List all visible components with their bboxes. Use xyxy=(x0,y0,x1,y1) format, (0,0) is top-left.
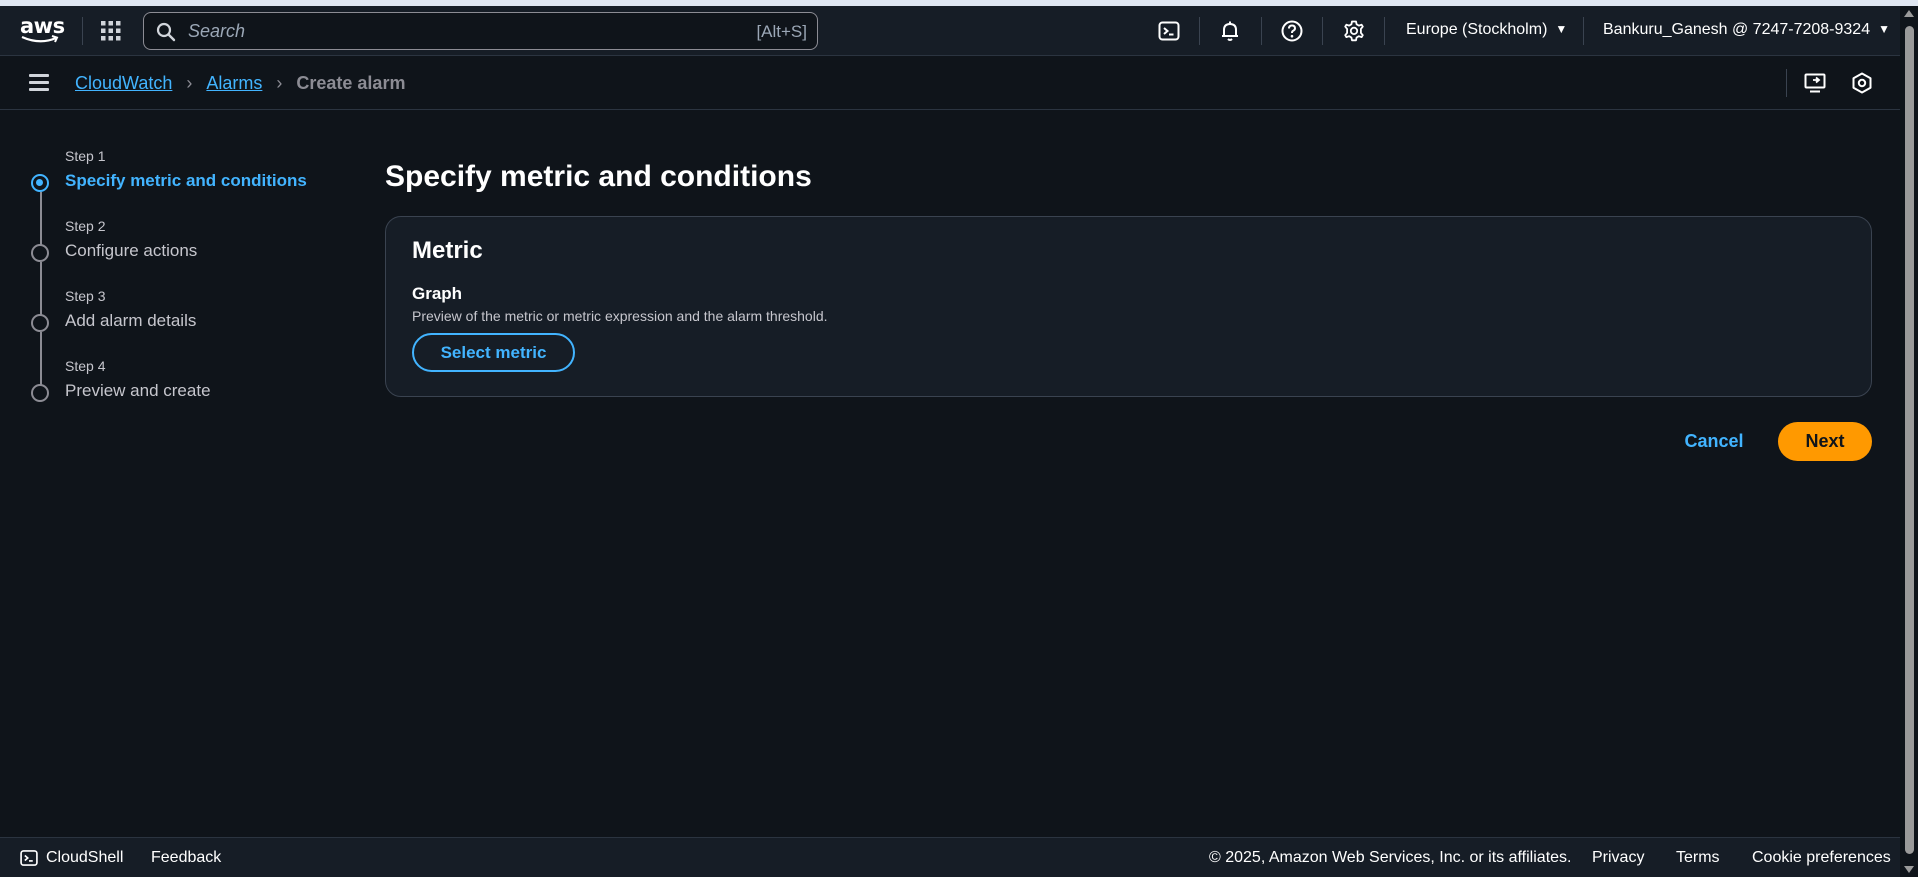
page-title: Specify metric and conditions xyxy=(385,160,812,193)
top-navigation: aws [Alt+S] xyxy=(0,6,1900,56)
step-number: Step 2 xyxy=(65,218,106,234)
search-input[interactable] xyxy=(188,18,668,44)
metric-container: Metric Graph Preview of the metric or me… xyxy=(385,216,1872,397)
step-number: Step 3 xyxy=(65,288,106,304)
metric-heading: Metric xyxy=(412,237,483,264)
breadcrumb: CloudWatch › Alarms › Create alarm xyxy=(75,73,405,94)
step-connector xyxy=(40,192,42,247)
step-indicator-active xyxy=(31,174,49,192)
monitor-panel-icon[interactable] xyxy=(1803,71,1827,95)
settings-hexagon-icon[interactable] xyxy=(1850,71,1874,95)
breadcrumb-cloudwatch[interactable]: CloudWatch xyxy=(75,73,172,94)
region-selector[interactable]: Europe (Stockholm) ▼ xyxy=(1406,21,1567,39)
nav-divider xyxy=(1583,17,1584,45)
breadcrumb-alarms[interactable]: Alarms xyxy=(206,73,262,94)
footer-copyright: © 2025, Amazon Web Services, Inc. or its… xyxy=(1209,849,1572,866)
cloudshell-icon[interactable] xyxy=(1157,19,1181,43)
step-connector xyxy=(40,262,42,317)
step-title: Preview and create xyxy=(65,381,211,400)
step-number: Step 4 xyxy=(65,358,106,374)
step-number: Step 1 xyxy=(65,148,106,164)
chevron-right-icon: › xyxy=(186,73,193,93)
nav-divider xyxy=(1261,17,1262,45)
region-label: Europe (Stockholm) xyxy=(1406,21,1548,38)
account-menu[interactable]: Bankuru_Ganesh @ 7247-7208-9324 ▼ xyxy=(1603,21,1890,39)
scrollbar-thumb[interactable] xyxy=(1905,26,1914,854)
breadcrumb-current: Create alarm xyxy=(296,73,406,93)
step-indicator xyxy=(31,244,49,262)
cancel-button[interactable]: Cancel xyxy=(1672,424,1756,458)
next-button[interactable]: Next xyxy=(1778,422,1872,461)
select-metric-button[interactable]: Select metric xyxy=(412,333,575,372)
gear-icon[interactable] xyxy=(1342,19,1366,43)
chevron-right-icon: › xyxy=(276,73,283,93)
nav-divider xyxy=(1322,17,1323,45)
step-indicator xyxy=(31,314,49,332)
footer-feedback[interactable]: Feedback xyxy=(151,849,221,867)
footer-terms[interactable]: Terms xyxy=(1676,849,1720,867)
scroll-down-icon[interactable] xyxy=(1904,866,1914,873)
footer-cloudshell[interactable]: CloudShell xyxy=(46,849,123,867)
step-indicator xyxy=(31,384,49,402)
help-icon[interactable] xyxy=(1280,19,1304,43)
step-title: Add alarm details xyxy=(65,311,197,330)
footer: CloudShell Feedback © 2025, Amazon Web S… xyxy=(0,837,1900,877)
nav-divider xyxy=(82,17,83,45)
breadcrumb-bar: CloudWatch › Alarms › Create alarm xyxy=(0,57,1900,110)
graph-description: Preview of the metric or metric expressi… xyxy=(412,308,828,324)
cloudshell-icon[interactable] xyxy=(19,848,39,868)
step-connector xyxy=(40,332,42,387)
nav-divider xyxy=(1384,17,1385,45)
search-icon xyxy=(156,22,176,42)
services-grid-icon[interactable] xyxy=(100,20,122,42)
graph-label: Graph xyxy=(412,284,463,303)
nav-divider xyxy=(1786,69,1787,97)
caret-down-icon: ▼ xyxy=(1555,22,1568,36)
search-shortcut: [Alt+S] xyxy=(756,22,807,41)
menu-icon[interactable] xyxy=(29,74,49,92)
scrollbar[interactable] xyxy=(1900,6,1918,877)
caret-down-icon: ▼ xyxy=(1878,22,1890,36)
scroll-up-icon[interactable] xyxy=(1904,10,1914,17)
account-label: Bankuru_Ganesh @ 7247-7208-9324 xyxy=(1603,21,1871,38)
nav-divider xyxy=(1199,17,1200,45)
step-title[interactable]: Specify metric and conditions xyxy=(65,171,307,191)
search-box: [Alt+S] xyxy=(143,12,818,50)
bell-icon[interactable] xyxy=(1218,19,1242,43)
footer-privacy[interactable]: Privacy xyxy=(1592,849,1644,867)
aws-logo-text: aws xyxy=(20,14,65,38)
step-title: Configure actions xyxy=(65,241,198,260)
aws-logo[interactable]: aws xyxy=(20,14,65,46)
footer-cookie-preferences[interactable]: Cookie preferences xyxy=(1752,849,1891,867)
